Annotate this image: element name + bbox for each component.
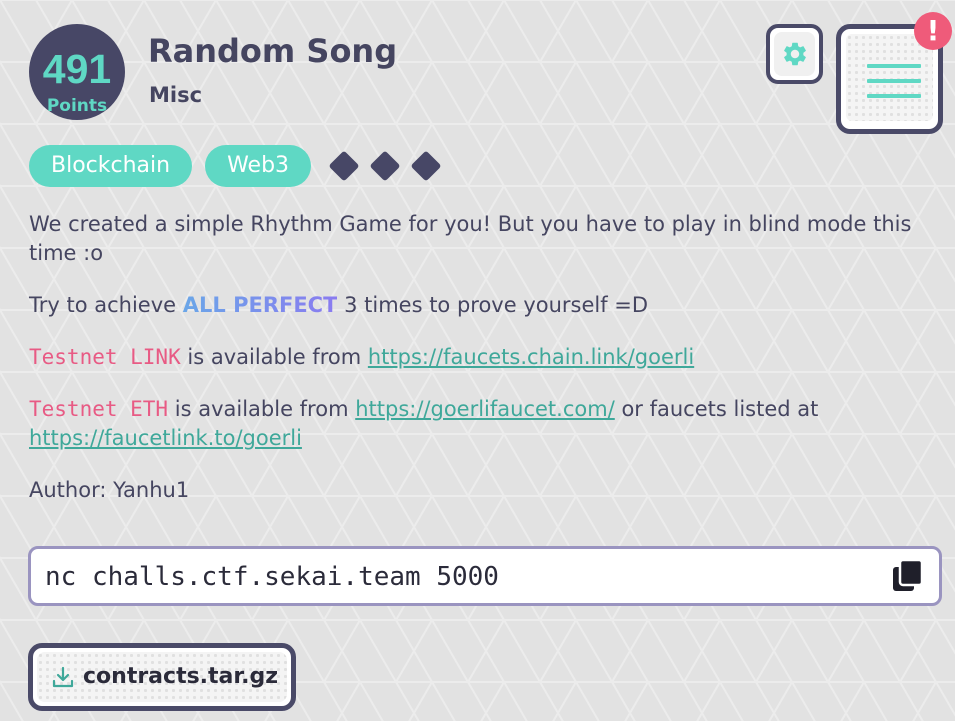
tag-blockchain[interactable]: Blockchain — [29, 145, 193, 187]
link-availability-text: is available from — [180, 345, 368, 369]
download-attachment-button[interactable]: contracts.tar.gz — [28, 643, 296, 711]
tag-web3[interactable]: Web3 — [205, 145, 312, 187]
challenge-category: Misc — [149, 83, 203, 107]
hamburger-menu-icon — [846, 34, 933, 121]
author-line: Author: Yanhu1 — [29, 478, 190, 502]
description-paragraph: Testnet ETH is available from https://go… — [29, 395, 934, 453]
perfect-prefix: Try to achieve — [29, 293, 183, 317]
description-paragraph: Try to achieve ALL PERFECT 3 times to pr… — [29, 291, 934, 320]
menu-bar — [867, 94, 921, 98]
testnet-eth-code: Testnet ETH — [29, 397, 169, 421]
goerli-faucet-link[interactable]: https://goerlifaucet.com/ — [355, 397, 615, 421]
difficulty-diamond-icon — [369, 150, 401, 182]
copy-icon[interactable] — [893, 560, 923, 592]
points-label: Points — [46, 96, 108, 116]
difficulty-diamond-icon — [410, 150, 442, 182]
connection-command[interactable]: nc challs.ctf.sekai.team 5000 — [45, 561, 499, 593]
faucets-listed-text: or faucets listed at — [614, 397, 819, 421]
description-paragraph: Testnet LINK is available from https://f… — [29, 343, 934, 372]
difficulty-diamond-icon — [328, 150, 360, 182]
download-button-face: contracts.tar.gz — [37, 652, 287, 702]
description-intro: We created a simple Rhythm Game for you!… — [29, 212, 912, 265]
tag-list: Blockchain Web3 — [29, 145, 447, 187]
testnet-link-code: Testnet LINK — [29, 345, 181, 369]
menu-bar — [867, 64, 921, 68]
challenge-description: We created a simple Rhythm Game for you!… — [29, 210, 934, 528]
attachment-filename: contracts.tar.gz — [83, 664, 279, 689]
challenge-title: Random Song — [148, 32, 398, 70]
all-perfect-highlight: ALL PERFECT — [182, 293, 338, 317]
chainlink-faucet-link[interactable]: https://faucets.chain.link/goerli — [368, 345, 694, 369]
download-icon — [52, 666, 74, 688]
points-value: 491 — [42, 46, 112, 92]
settings-button-face — [774, 32, 815, 76]
faucetlink-link[interactable]: https://faucetlink.to/goerli — [29, 426, 302, 450]
description-paragraph: We created a simple Rhythm Game for you!… — [29, 210, 934, 268]
eth-availability-text: is available from — [168, 397, 356, 421]
settings-button[interactable] — [766, 24, 823, 84]
menu-bar — [867, 79, 921, 83]
points-badge: 491 Points — [29, 24, 125, 120]
gear-icon — [783, 42, 806, 66]
perfect-suffix: 3 times to prove yourself =D — [337, 293, 649, 317]
notification-badge: ! — [914, 12, 952, 50]
connection-command-box: nc challs.ctf.sekai.team 5000 — [28, 546, 942, 606]
